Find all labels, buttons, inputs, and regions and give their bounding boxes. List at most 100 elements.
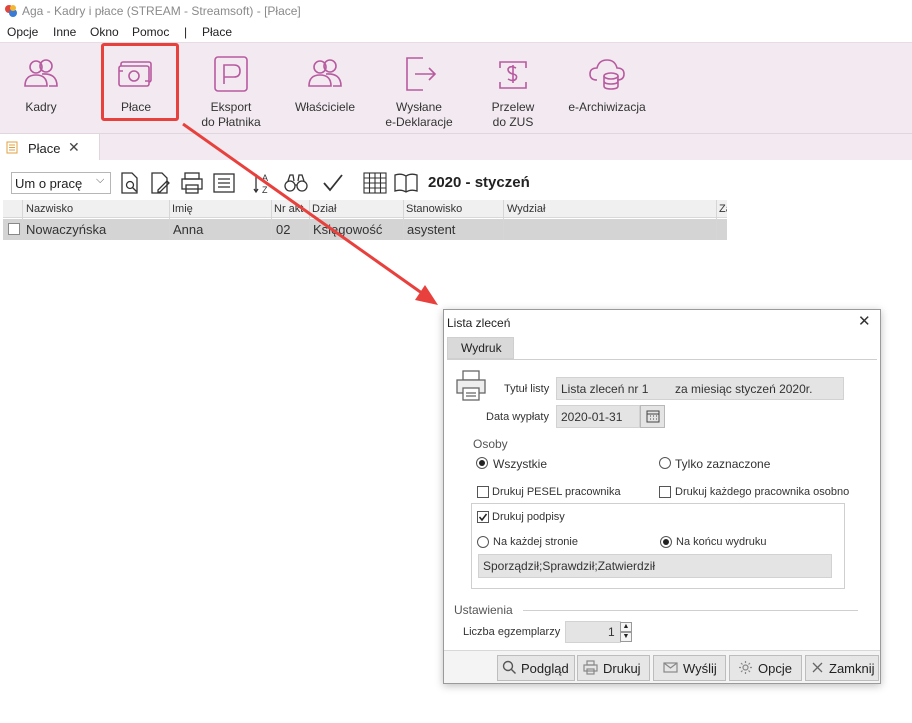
book-icon[interactable] <box>393 170 419 196</box>
printer-icon <box>456 370 486 401</box>
ribbon-earchiwizacja-button[interactable]: e-Archiwizacja <box>565 52 649 132</box>
document-search-icon[interactable] <box>117 170 143 196</box>
column-header-truncated[interactable]: Za <box>719 203 727 215</box>
chevron-down-icon: ⌵ <box>96 174 105 186</box>
column-header-dzial[interactable]: Dział <box>312 203 336 215</box>
menu-okno[interactable]: Okno <box>90 25 119 39</box>
radio-tylko-zaznaczone[interactable] <box>659 457 671 469</box>
cloud-database-icon <box>589 59 625 90</box>
radio-each-page[interactable] <box>477 536 489 548</box>
cell-imie: Anna <box>173 222 204 237</box>
checkbox-each-employee[interactable] <box>659 486 671 498</box>
menu-pomoc[interactable]: Pomoc <box>132 25 169 39</box>
ribbon-kadry-button[interactable]: Kadry <box>10 52 72 132</box>
tytul-listy-label: Tytuł listy <box>504 383 550 395</box>
menu-bar: Opcje Inne Okno Pomoc | Płace <box>0 22 912 42</box>
column-header-stanowisko[interactable]: Stanowisko <box>406 203 462 215</box>
app-logo-icon <box>5 5 17 17</box>
signatures-value: Sporządził;Sprawdził;Zatwierdził <box>483 559 656 573</box>
data-wyplaty-label: Data wypłaty <box>486 411 549 423</box>
ribbon-deklaracje-button[interactable]: Wysłane e-Deklaracje <box>380 52 458 132</box>
copies-label: Liczba egzemplarzy <box>463 626 561 638</box>
calendar-icon <box>646 410 660 423</box>
checkbox-signatures-label: Drukuj podpisy <box>492 511 565 523</box>
tab-close-icon[interactable]: ✕ <box>68 139 80 156</box>
checkbox-pesel[interactable] <box>477 486 489 498</box>
ribbon-eksport-label: Eksport do Płatnika <box>201 100 261 129</box>
export-icon <box>406 57 437 91</box>
column-header-nr-akt[interactable]: Nr akt <box>274 203 308 215</box>
menu-opcje[interactable]: Opcje <box>7 25 38 39</box>
people-icon <box>24 59 58 87</box>
radio-each-page-label: Na każdej stronie <box>493 536 578 548</box>
magnifier-icon <box>502 660 516 674</box>
column-header-wydzial[interactable]: Wydział <box>507 203 545 215</box>
ustawienia-section-title: Ustawienia <box>454 603 513 617</box>
cell-nr-akt: 02 <box>276 222 291 237</box>
sort-az-icon[interactable]: AZ <box>252 170 278 196</box>
osoby-section-title: Osoby <box>473 437 508 451</box>
checkbox-pesel-label: Drukuj PESEL pracownika <box>492 486 621 498</box>
document-icon <box>6 141 18 154</box>
spin-down-icon[interactable]: ▼ <box>620 632 632 642</box>
cell-nazwisko: Nowaczyńska <box>26 222 107 237</box>
close-button-label: Zamknij <box>829 661 875 676</box>
spin-up-icon[interactable]: ▲ <box>620 622 632 632</box>
grid-separator <box>503 200 504 240</box>
radio-wszystkie[interactable] <box>476 457 488 469</box>
owners-icon <box>308 59 342 87</box>
ribbon-zus-label: Przelew do ZUS <box>491 100 535 129</box>
list-icon[interactable] <box>211 170 237 196</box>
dialog-close-icon[interactable]: ✕ <box>858 312 871 330</box>
radio-end-of-print-label: Na końcu wydruku <box>676 536 767 548</box>
grid-separator <box>716 200 717 240</box>
svg-text:Z: Z <box>262 185 268 195</box>
window-title: Aga - Kadry i płace (STREAM - Streamsoft… <box>22 4 301 18</box>
ribbon-deklaracje-label: Wysłane e-Deklaracje <box>385 100 453 129</box>
print-icon[interactable] <box>179 170 205 196</box>
checkmark-icon[interactable] <box>320 170 346 196</box>
grid-separator <box>22 200 23 240</box>
place-highlight-box <box>101 43 179 121</box>
period-label: 2020 - styczeń <box>428 174 530 191</box>
svg-text:A: A <box>262 173 268 183</box>
tab-divider <box>447 359 877 360</box>
ribbon-kadry-label: Kadry <box>25 100 57 114</box>
ribbon-eksport-button[interactable]: Eksport do Płatnika <box>193 52 269 132</box>
ribbon-wlasciciele-button[interactable]: Właściciele <box>290 52 360 132</box>
gear-icon <box>739 661 752 674</box>
menu-separator: | <box>184 25 188 39</box>
print-button-icon <box>583 660 598 675</box>
checkbox-signatures[interactable] <box>477 511 489 523</box>
tab-strip <box>0 134 912 160</box>
menu-inne[interactable]: Inne <box>53 25 76 39</box>
ribbon-zus-button[interactable]: Przelew do ZUS <box>480 52 546 132</box>
row-checkbox[interactable] <box>8 223 20 235</box>
checkbox-each-employee-label: Drukuj każdego pracownika osobno <box>675 486 850 498</box>
grid-icon[interactable] <box>362 170 388 196</box>
menu-place[interactable]: Płace <box>202 25 232 39</box>
radio-tylko-zaznaczone-label: Tylko zaznaczone <box>675 457 771 471</box>
check-icon <box>478 513 488 522</box>
radio-end-of-print[interactable] <box>660 536 672 548</box>
tab-wydruk-label: Wydruk <box>461 341 502 355</box>
ribbon-earchiwizacja-label: e-Archiwizacja <box>568 100 646 114</box>
calendar-button[interactable] <box>640 405 665 428</box>
grid-separator <box>169 200 170 240</box>
copies-value: 1 <box>608 625 615 639</box>
grid-separator <box>271 200 272 240</box>
dialog-title: Lista zleceń <box>447 316 511 330</box>
transfer-icon <box>499 61 527 89</box>
column-header-nazwisko[interactable]: Nazwisko <box>26 203 73 215</box>
column-header-imie[interactable]: Imię <box>172 203 193 215</box>
binoculars-icon[interactable] <box>283 170 309 196</box>
options-button-label: Opcje <box>758 661 792 676</box>
document-edit-icon[interactable] <box>147 170 173 196</box>
envelope-icon <box>663 662 678 673</box>
grid-separator <box>403 200 404 240</box>
contract-type-value: Um o pracę <box>15 176 83 191</box>
cell-dzial: Księgowość <box>313 222 383 237</box>
data-wyplaty-value: 2020-01-31 <box>561 410 623 424</box>
print-button-label: Drukuj <box>603 661 641 676</box>
close-icon <box>812 662 823 673</box>
